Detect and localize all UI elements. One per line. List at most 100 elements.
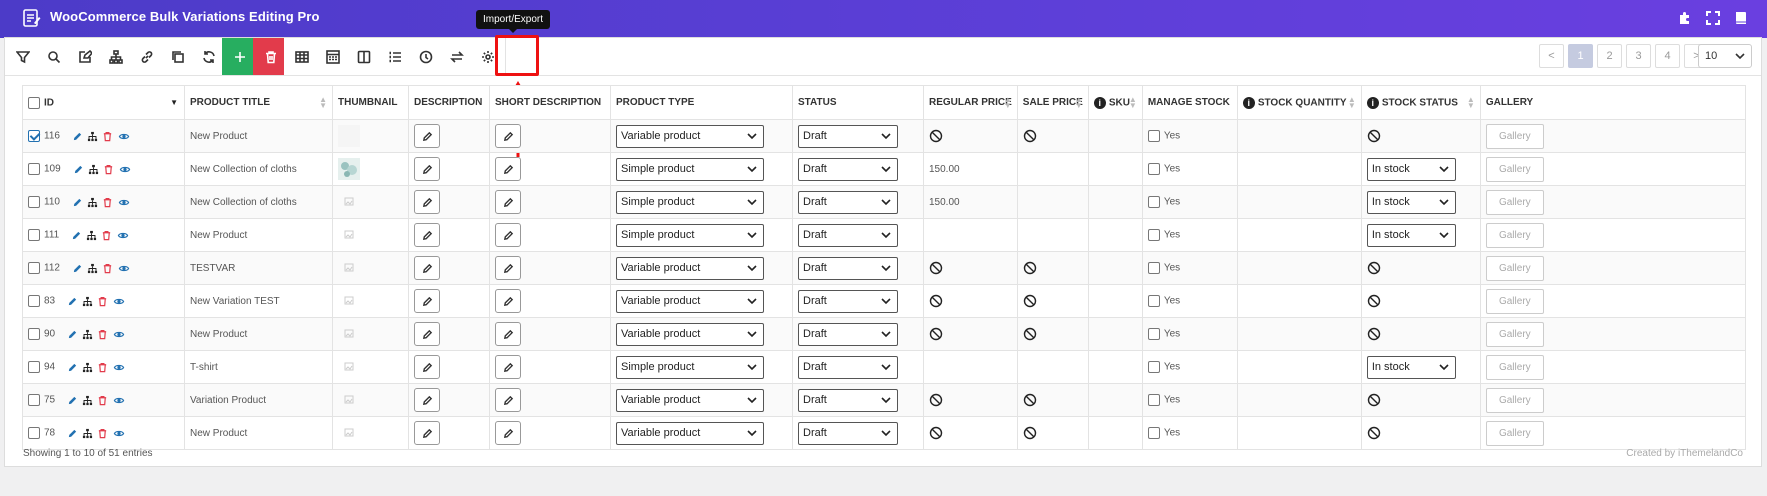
gallery-button[interactable]: Gallery [1485, 123, 1544, 149]
sitemap-icon[interactable] [82, 329, 93, 340]
pencil-icon[interactable] [73, 164, 84, 175]
pencil-icon[interactable] [67, 296, 78, 307]
stock-quantity-cell[interactable] [1236, 251, 1362, 285]
pencil-icon[interactable] [72, 197, 83, 208]
edit-description-button[interactable] [414, 157, 440, 181]
manage-stock-checkbox[interactable] [1147, 295, 1160, 307]
status-select[interactable]: Draft [798, 124, 898, 148]
thumbnail-placeholder-icon[interactable] [338, 389, 360, 411]
stock-status-select[interactable]: In stock [1366, 355, 1456, 379]
stock-quantity-cell[interactable] [1236, 119, 1362, 153]
column-stock-status[interactable]: i STOCK STATUS ▲ ▼ [1360, 85, 1481, 120]
column-product-title[interactable]: PRODUCT TITLE ▲ ▼ [184, 85, 333, 120]
sitemap-icon[interactable] [82, 296, 93, 307]
product-type-select[interactable]: Simple product [616, 355, 764, 379]
thumbnail-cell[interactable] [332, 152, 409, 186]
edit-description-button[interactable] [414, 124, 440, 148]
trash-icon[interactable] [97, 395, 108, 406]
row-checkbox[interactable] [28, 295, 40, 307]
pencil-icon[interactable] [67, 329, 78, 340]
product-type-select[interactable]: Simple product [616, 190, 764, 214]
stock-status-select[interactable]: In stock [1366, 190, 1456, 214]
sitemap-icon[interactable] [88, 164, 99, 175]
pencil-icon[interactable] [67, 428, 78, 439]
row-checkbox[interactable] [28, 427, 40, 439]
pencil-icon[interactable] [71, 230, 82, 241]
row-checkbox[interactable] [28, 328, 40, 340]
trash-icon[interactable] [102, 263, 113, 274]
sku-cell[interactable] [1087, 416, 1143, 450]
gallery-button[interactable]: Gallery [1485, 222, 1544, 248]
regular-price-cell[interactable] [923, 251, 1018, 285]
edit-description-button[interactable] [414, 289, 440, 313]
sitemap-icon[interactable] [82, 428, 93, 439]
edit-short-description-button[interactable] [495, 289, 521, 313]
thumbnail-cell[interactable] [332, 383, 409, 417]
thumbnail-placeholder-icon[interactable] [338, 356, 360, 378]
sku-cell[interactable] [1087, 317, 1143, 351]
edit-description-button[interactable] [414, 421, 440, 445]
column-sale-price[interactable]: SALE PRICE ▲ ▼ [1016, 85, 1089, 120]
manage-stock-checkbox[interactable] [1147, 262, 1160, 274]
edit-short-description-button[interactable] [495, 190, 521, 214]
edit-short-description-button[interactable] [495, 124, 521, 148]
sku-cell[interactable] [1087, 119, 1143, 153]
trash-icon[interactable] [97, 296, 108, 307]
row-checkbox[interactable] [28, 196, 40, 208]
status-select[interactable]: Draft [798, 355, 898, 379]
product-type-select[interactable]: Variable product [616, 388, 764, 412]
pagination-prev[interactable]: < [1539, 44, 1564, 68]
thumbnail-cell[interactable] [332, 284, 409, 318]
trash-icon[interactable] [102, 197, 113, 208]
thumbnail-cell[interactable] [332, 416, 409, 450]
book-icon[interactable] [1733, 10, 1749, 26]
edit-description-button[interactable] [414, 256, 440, 280]
edit-short-description-button[interactable] [495, 157, 521, 181]
sale-price-cell[interactable] [1016, 317, 1089, 351]
page-1[interactable]: 1 [1568, 44, 1593, 68]
trash-icon[interactable] [97, 428, 108, 439]
product-type-select[interactable]: Variable product [616, 289, 764, 313]
thumbnail-cell[interactable] [332, 119, 409, 153]
stock-quantity-cell[interactable] [1236, 284, 1362, 318]
product-thumbnail[interactable] [338, 158, 360, 180]
sale-price-cell[interactable] [1016, 185, 1089, 219]
regular-price-cell[interactable] [923, 317, 1018, 351]
stock-quantity-cell[interactable] [1236, 383, 1362, 417]
sale-price-cell[interactable] [1016, 218, 1089, 252]
thumbnail-cell[interactable] [332, 251, 409, 285]
edit-description-button[interactable] [414, 190, 440, 214]
row-checkbox[interactable] [28, 394, 40, 406]
title-cell[interactable]: New Product [184, 416, 333, 450]
eye-icon[interactable] [112, 329, 126, 340]
caret-down-icon[interactable]: ▼ [170, 98, 178, 107]
pencil-icon[interactable] [67, 362, 78, 373]
product-type-select[interactable]: Variable product [616, 322, 764, 346]
sale-price-cell[interactable] [1016, 350, 1089, 384]
edit-short-description-button[interactable] [495, 388, 521, 412]
stock-quantity-cell[interactable] [1236, 416, 1362, 450]
edit-short-description-button[interactable] [495, 223, 521, 247]
edit-short-description-button[interactable] [495, 256, 521, 280]
product-type-select[interactable]: Simple product [616, 157, 764, 181]
status-select[interactable]: Draft [798, 388, 898, 412]
regular-price-cell[interactable] [923, 383, 1018, 417]
thumbnail-cell[interactable] [332, 185, 409, 219]
regular-price-cell[interactable] [923, 119, 1018, 153]
eye-icon[interactable] [112, 362, 126, 373]
edit-description-button[interactable] [414, 322, 440, 346]
sale-price-cell[interactable] [1016, 383, 1089, 417]
per-page-select[interactable]: 10 [1698, 44, 1752, 68]
stock-quantity-cell[interactable] [1236, 218, 1362, 252]
sitemap-icon[interactable] [87, 197, 98, 208]
eye-icon[interactable] [112, 428, 126, 439]
edit-short-description-button[interactable] [495, 355, 521, 379]
product-thumbnail[interactable] [338, 125, 360, 147]
select-all-checkbox[interactable] [28, 96, 40, 109]
sku-cell[interactable] [1087, 350, 1143, 384]
title-cell[interactable]: T-shirt [184, 350, 333, 384]
sale-price-cell[interactable] [1016, 152, 1089, 186]
product-type-select[interactable]: Simple product [616, 223, 764, 247]
pencil-icon[interactable] [72, 263, 83, 274]
stock-status-select[interactable]: In stock [1366, 157, 1456, 181]
